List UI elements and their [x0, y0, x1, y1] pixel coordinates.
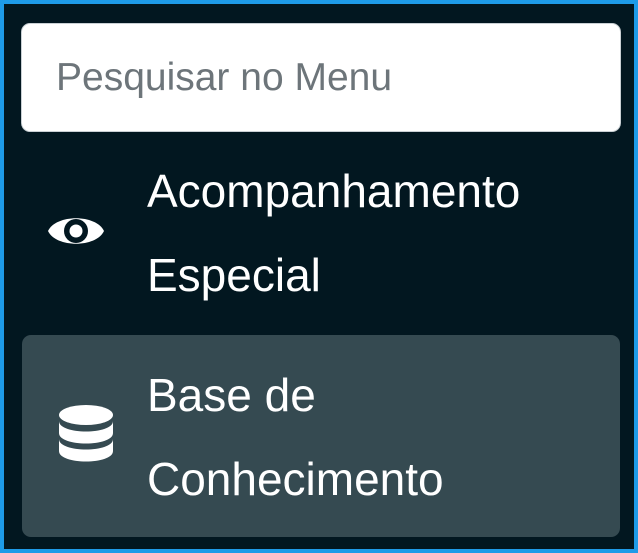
sidebar-menu: Acompanhamento Especial Base de Conhecim… — [0, 0, 638, 553]
menu-item-label: Acompanhamento Especial — [147, 165, 521, 301]
eye-icon — [48, 218, 104, 244]
menu-search-input[interactable] — [21, 23, 621, 132]
menu-item-acompanhamento-especial[interactable]: Acompanhamento Especial — [22, 146, 620, 322]
database-icon — [59, 405, 113, 462]
menu-item-label: Base de Conhecimento — [147, 369, 444, 505]
menu-item-base-de-conhecimento[interactable]: Base de Conhecimento — [22, 335, 620, 537]
